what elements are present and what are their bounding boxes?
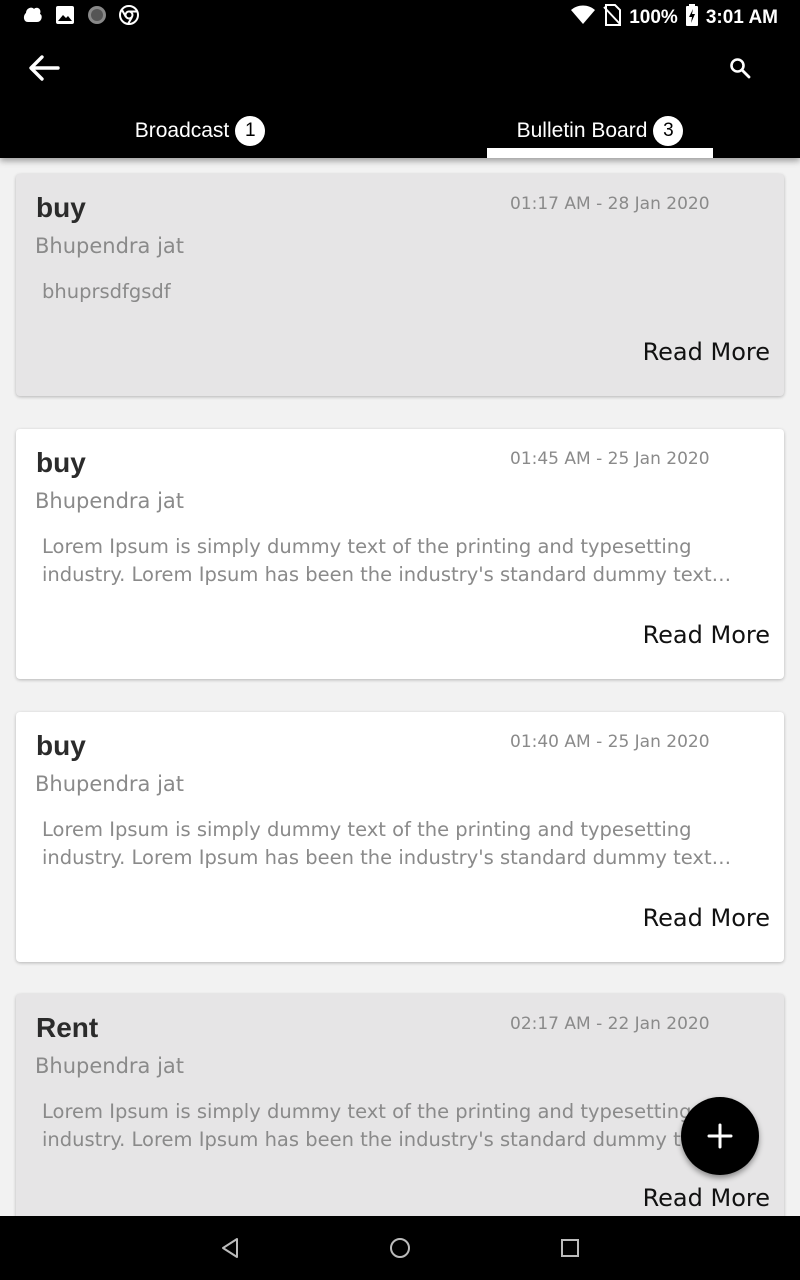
nav-recents-button[interactable] — [554, 1232, 586, 1264]
post-author: Bhupendra jat — [35, 1054, 185, 1078]
back-triangle-icon — [222, 1238, 238, 1258]
post-author: Bhupendra jat — [35, 489, 185, 513]
read-more-link[interactable]: Read More — [643, 338, 770, 366]
add-post-button[interactable] — [681, 1097, 759, 1175]
chrome-icon — [118, 4, 140, 26]
arrow-left-icon — [29, 55, 60, 81]
post-date: 02:17 AM - 22 Jan 2020 — [510, 1014, 710, 1034]
status-bar: 100% 3:01 AM — [0, 0, 800, 32]
post-body: bhuprsdfgsdf — [42, 280, 171, 303]
post-card[interactable]: Rent 02:17 AM - 22 Jan 2020 Bhupendra ja… — [16, 994, 784, 1216]
read-more-link[interactable]: Read More — [643, 904, 770, 932]
post-body: Lorem Ipsum is simply dummy text of the … — [42, 818, 712, 869]
post-author: Bhupendra jat — [35, 772, 185, 796]
nav-home-button[interactable] — [384, 1232, 416, 1264]
post-body: Lorem Ipsum is simply dummy text of the … — [42, 1100, 712, 1151]
post-date: 01:45 AM - 25 Jan 2020 — [510, 449, 710, 469]
wifi-icon — [571, 5, 596, 31]
post-author: Bhupendra jat — [35, 234, 185, 258]
tab-label: Bulletin Board — [516, 119, 648, 142]
gallery-icon — [54, 4, 76, 26]
post-date: 01:40 AM - 25 Jan 2020 — [510, 732, 710, 752]
tab-label: Broadcast — [134, 119, 230, 142]
tab-badge: 1 — [235, 116, 266, 146]
search-icon — [730, 58, 751, 79]
status-left-icons — [22, 4, 140, 26]
nav-back-button[interactable] — [214, 1232, 246, 1264]
home-circle-icon — [390, 1238, 410, 1258]
post-card[interactable]: buy 01:40 AM - 25 Jan 2020 Bhupendra jat… — [16, 712, 784, 962]
post-title: buy — [36, 447, 86, 478]
post-body: Lorem Ipsum is simply dummy text of the … — [42, 535, 712, 586]
status-right: 100% 3:01 AM — [571, 4, 778, 32]
post-title: Rent — [36, 1012, 99, 1043]
battery-icon — [685, 4, 698, 32]
recents-square-icon — [561, 1239, 579, 1257]
search-button[interactable] — [722, 50, 758, 86]
post-card[interactable]: buy 01:17 AM - 28 Jan 2020 Bhupendra jat… — [16, 174, 784, 396]
no-sim-icon — [603, 4, 622, 32]
plus-icon — [707, 1123, 733, 1149]
tab-indicator — [487, 148, 713, 158]
tab-broadcast[interactable]: Broadcast 1 — [0, 104, 400, 158]
clock: 3:01 AM — [705, 7, 778, 28]
circle-icon — [86, 4, 108, 26]
bulletin-list[interactable]: buy 01:17 AM - 28 Jan 2020 Bhupendra jat… — [0, 158, 800, 1216]
read-more-link[interactable]: Read More — [643, 621, 770, 649]
post-title: buy — [36, 730, 86, 761]
read-more-link[interactable]: Read More — [643, 1184, 770, 1212]
notification-icon — [22, 4, 44, 26]
tab-badge: 3 — [653, 116, 684, 146]
post-title: buy — [36, 192, 86, 223]
post-date: 01:17 AM - 28 Jan 2020 — [510, 194, 710, 214]
post-card[interactable]: buy 01:45 AM - 25 Jan 2020 Bhupendra jat… — [16, 429, 784, 679]
app-bar: Broadcast 1 Bulletin Board 3 — [0, 32, 800, 158]
back-button[interactable] — [24, 48, 64, 88]
battery-level: 100% — [629, 7, 678, 28]
system-nav-bar — [0, 1216, 800, 1280]
